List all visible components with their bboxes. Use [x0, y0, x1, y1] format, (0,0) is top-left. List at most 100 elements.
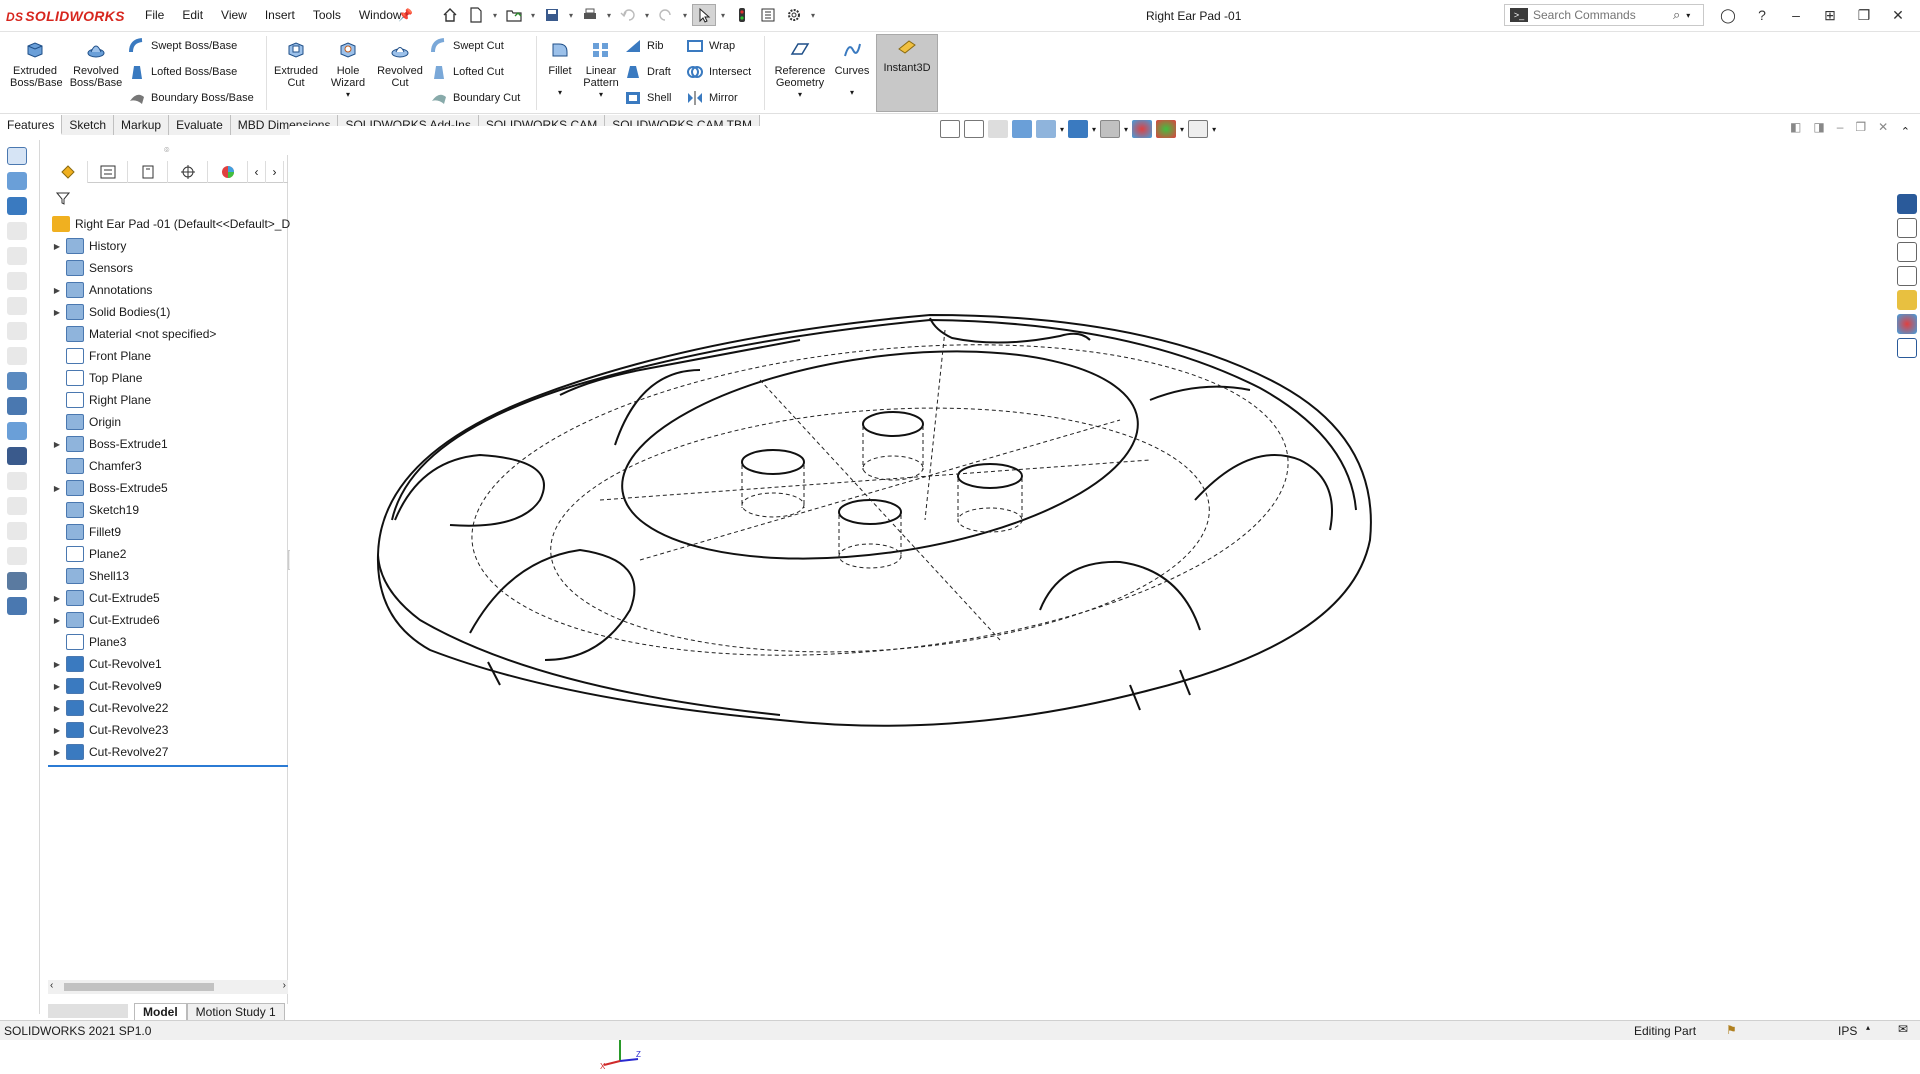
menu-file[interactable]: File [136, 8, 173, 22]
options-gear-icon[interactable] [782, 4, 806, 26]
mirror-button[interactable]: Mirror [686, 88, 738, 108]
close-icon[interactable]: ✕ [1884, 4, 1912, 26]
expand-arrow-icon[interactable]: ▶ [48, 616, 66, 625]
instant3d-button[interactable]: Instant3D [876, 34, 938, 112]
hide-show-items-icon[interactable] [1100, 120, 1121, 138]
graphics-area[interactable]: Y Z X [290, 126, 1888, 1071]
unit-system-label[interactable]: IPS [1838, 1024, 1857, 1038]
tree-item[interactable]: Right Plane [48, 389, 288, 411]
expand-arrow-icon[interactable]: ▶ [48, 594, 66, 603]
disabled-tool-icon[interactable] [7, 247, 27, 265]
curves-dropdown-icon[interactable]: ▾ [832, 87, 872, 99]
help-icon[interactable]: ? [1748, 4, 1776, 26]
expand-arrow-icon[interactable]: ▶ [48, 484, 66, 493]
disabled-tool-icon[interactable] [7, 222, 27, 240]
tree-item[interactable]: ▶ Boss-Extrude1 [48, 433, 288, 455]
tab-sketch[interactable]: Sketch [62, 115, 115, 135]
revolved-boss-button[interactable]: Revolved Boss/Base [68, 38, 124, 89]
hide-show-dropdown-icon[interactable]: ▾ [1124, 125, 1128, 134]
tree-item[interactable]: ▶ Cut-Revolve22 [48, 697, 288, 719]
rebuild-status-icon[interactable]: ⚑ [1726, 1023, 1737, 1037]
tree-item[interactable]: Front Plane [48, 345, 288, 367]
scroll-right-icon[interactable]: › [283, 980, 286, 991]
tree-item[interactable]: Origin [48, 411, 288, 433]
home-icon[interactable] [438, 4, 462, 26]
rib-button[interactable]: Rib [624, 36, 664, 56]
reference-dropdown-icon[interactable]: ▾ [768, 89, 832, 101]
apply-scene-icon[interactable] [1156, 120, 1177, 138]
disabled-tool-icon[interactable] [7, 497, 27, 515]
intersect-button[interactable]: Intersect [686, 62, 751, 82]
tree-item[interactable]: ▶ Annotations [48, 279, 288, 301]
tab-scroll-left-icon[interactable]: ‹ [248, 161, 266, 183]
expand-arrow-icon[interactable]: ▶ [48, 286, 66, 295]
tab-features[interactable]: Features [0, 115, 63, 135]
filter-icon[interactable] [55, 191, 71, 208]
tree-item[interactable]: ▶ Cut-Extrude5 [48, 587, 288, 609]
open-folder-icon[interactable] [502, 4, 526, 26]
swept-boss-button[interactable]: Swept Boss/Base [128, 36, 237, 56]
units-dropdown-icon[interactable]: ▴ [1866, 1023, 1870, 1032]
scroll-thumb[interactable] [64, 983, 214, 991]
tree-horizontal-scrollbar[interactable]: ‹ › [48, 980, 288, 994]
custom-properties-icon[interactable] [1897, 338, 1917, 358]
user-account-icon[interactable]: ◯ [1714, 4, 1742, 26]
shell-button[interactable]: Shell [624, 88, 671, 108]
tree-item[interactable]: Sensors [48, 257, 288, 279]
disabled-tool-icon[interactable] [7, 322, 27, 340]
grid-tool-icon[interactable] [7, 447, 27, 465]
notification-icon[interactable]: ✉ [1898, 1022, 1908, 1036]
configurationmanager-tab-icon[interactable] [128, 161, 168, 183]
tool-icon[interactable] [7, 572, 27, 590]
rebuild-icon[interactable] [730, 4, 754, 26]
swept-cut-button[interactable]: Swept Cut [430, 36, 504, 56]
panel-grip-icon[interactable]: ⌾ [164, 145, 169, 156]
tree-item[interactable]: ▶ Cut-Revolve1 [48, 653, 288, 675]
magnet-icon[interactable] [7, 147, 27, 165]
tree-item[interactable]: Plane2 [48, 543, 288, 565]
restore-icon[interactable]: ❐ [1850, 4, 1878, 26]
expand-arrow-icon[interactable]: ▶ [48, 440, 66, 449]
search-commands[interactable]: >_ ⌕ ▾ [1504, 4, 1704, 26]
rollback-bar[interactable] [48, 765, 288, 767]
view-orientation-icon[interactable] [1036, 120, 1056, 138]
tree-item[interactable]: Material <not specified> [48, 323, 288, 345]
expand-arrow-icon[interactable]: ▶ [48, 660, 66, 669]
disabled-tool-icon[interactable] [7, 347, 27, 365]
ear-pad-model[interactable] [290, 126, 1888, 1002]
save-dropdown-icon[interactable]: ▾ [566, 11, 576, 20]
select-dropdown-icon[interactable]: ▾ [718, 11, 728, 20]
tool-icon[interactable] [7, 597, 27, 615]
menu-insert[interactable]: Insert [256, 8, 304, 22]
curves-button[interactable]: Curves ▾ [832, 38, 872, 99]
file-explorer-icon[interactable] [1897, 266, 1917, 286]
tab-markup[interactable]: Markup [114, 115, 170, 135]
reference-geometry-button[interactable]: Reference Geometry ▾ [768, 38, 832, 101]
wrap-button[interactable]: Wrap [686, 36, 735, 56]
viewport-restore-icon[interactable]: ❐ [1855, 120, 1866, 134]
expand-arrow-icon[interactable]: ▶ [48, 308, 66, 317]
collapse-ribbon-icon[interactable]: ⌃ [1901, 125, 1910, 138]
design-library-home-icon[interactable] [1897, 218, 1917, 238]
edit-appearance-icon[interactable] [1132, 120, 1153, 138]
linear-pattern-button[interactable]: Linear Pattern ▾ [578, 38, 624, 101]
minimize-icon[interactable]: – [1782, 4, 1810, 26]
menu-edit[interactable]: Edit [173, 8, 212, 22]
view-orientation-dropdown-icon[interactable]: ▾ [1060, 125, 1064, 134]
tree-item[interactable]: ▶ Cut-Revolve27 [48, 741, 288, 763]
pin-icon[interactable]: 📌 [398, 8, 413, 22]
viewport-minimize-icon[interactable]: – [1837, 120, 1844, 134]
tree-item[interactable]: ▶ Cut-Revolve23 [48, 719, 288, 741]
tree-root-part[interactable]: Right Ear Pad -01 (Default<<Default>_D [48, 213, 290, 235]
viewport-tile-right-icon[interactable]: ◨ [1813, 120, 1824, 134]
featuremanager-tab-icon[interactable] [48, 161, 88, 183]
zoom-to-area-icon[interactable] [964, 120, 984, 138]
tab-navigation-arrows[interactable] [48, 1004, 128, 1018]
display-style-icon[interactable] [1068, 120, 1089, 138]
solidworks-logo[interactable]: DS SOLIDWORKS [6, 8, 125, 24]
hole-wizard-button[interactable]: Hole Wizard ▾ [322, 38, 374, 101]
design-library-icon[interactable] [1897, 242, 1917, 262]
viewport-tile-left-icon[interactable]: ◧ [1790, 120, 1801, 134]
extrude-shortcut-icon[interactable] [7, 172, 27, 190]
redo-dropdown-icon[interactable]: ▾ [680, 11, 690, 20]
